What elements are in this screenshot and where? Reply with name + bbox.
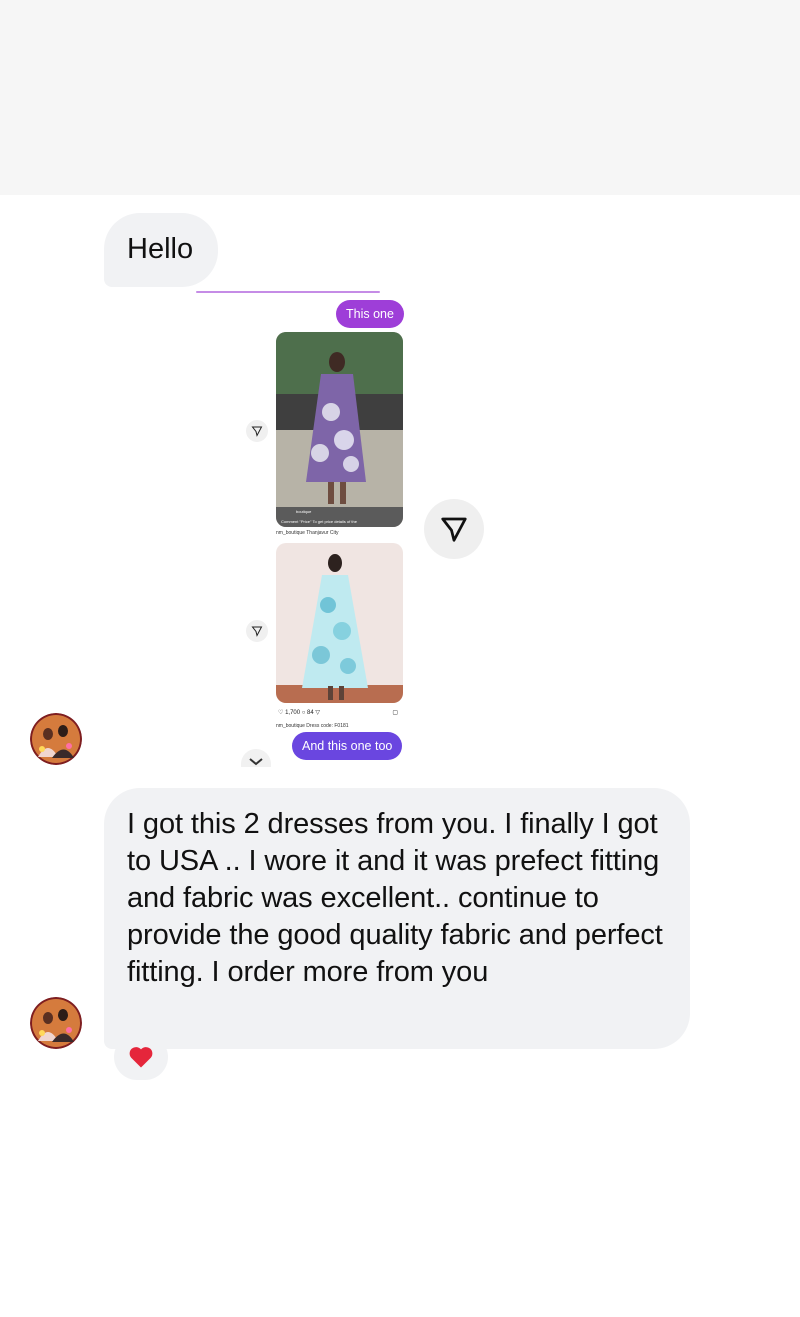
dress-post-purple[interactable]: boutique Comment "Price" To get price de…: [276, 332, 403, 527]
post2-user: nm_boutique: [276, 530, 305, 536]
post2-action-row: ♡ 1,700 ○ 84 ▽ ▢: [278, 709, 404, 721]
avatar[interactable]: [30, 713, 82, 765]
message-long[interactable]: I got this 2 dresses from you. I finally…: [104, 788, 690, 1049]
post2-header: nm_boutique Thanjavur City: [276, 530, 338, 536]
bookmark-icon[interactable]: ▢: [392, 709, 398, 716]
message-hello[interactable]: Hello: [104, 213, 218, 287]
message-long-text: I got this 2 dresses from you. I finally…: [127, 808, 663, 988]
paper-plane-icon: [251, 426, 263, 437]
message-hello-text: Hello: [127, 233, 194, 265]
likes-count: 1,700: [285, 710, 301, 716]
share-button[interactable]: [424, 499, 484, 559]
shared-divider: [196, 291, 380, 293]
post2-location: Thanjavur City: [306, 530, 339, 536]
reply-chip-this-one[interactable]: This one: [336, 300, 404, 328]
share-icon[interactable]: ▽: [315, 710, 320, 716]
chevron-down-icon: [249, 758, 263, 766]
profile-photo: [30, 713, 82, 765]
purple-dress-image: boutique Comment "Price" To get price de…: [276, 332, 403, 527]
post2-caption: nm_boutique Dress code: F0181: [276, 723, 349, 729]
avatar[interactable]: [30, 997, 82, 1049]
share-button-post1[interactable]: [246, 420, 268, 442]
scroll-down-button[interactable]: [241, 749, 271, 767]
comments-count: 84: [307, 710, 314, 716]
blue-dress-image: [276, 543, 403, 703]
heart-icon: [129, 1047, 153, 1068]
reaction-bubble[interactable]: [114, 1034, 168, 1080]
post1-caption-text: Comment "Price" To get price details of …: [281, 519, 358, 524]
post1-brand-text: boutique: [296, 509, 312, 514]
reply-chip-and-this-one-too[interactable]: And this one too: [292, 732, 403, 760]
top-area: [0, 0, 800, 195]
paper-plane-icon: [441, 517, 467, 542]
share-button-post2[interactable]: [246, 620, 268, 642]
profile-photo: [30, 997, 82, 1049]
comment-icon[interactable]: ○: [302, 710, 306, 716]
paper-plane-icon: [251, 626, 263, 637]
dress-post-blue[interactable]: [276, 543, 403, 703]
like-icon[interactable]: ♡: [278, 710, 283, 716]
